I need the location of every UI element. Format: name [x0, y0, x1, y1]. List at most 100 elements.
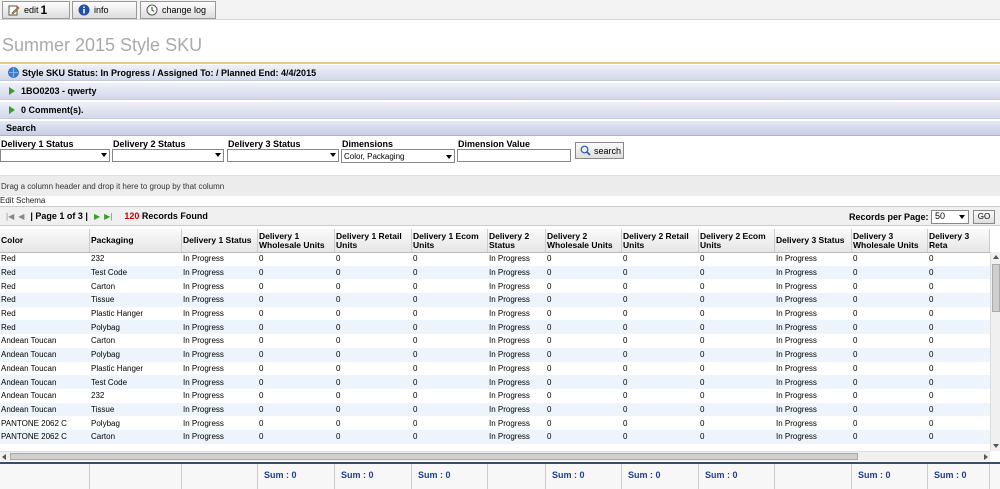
column-header[interactable]: Delivery 3 Status — [775, 229, 852, 252]
table-cell: 0 — [336, 377, 341, 387]
scroll-left-icon[interactable] — [2, 454, 6, 460]
table-cell: 0 — [623, 404, 628, 414]
column-header[interactable]: Delivery 2 Status — [488, 229, 546, 252]
status-text: Style SKU Status: In Progress / Assigned… — [22, 67, 317, 78]
edit-schema-link[interactable]: Edit Schema — [0, 196, 45, 205]
table-cell: Andean Toucan — [1, 377, 57, 387]
table-cell: 0 — [336, 268, 341, 278]
table-cell: 0 — [259, 404, 264, 414]
prev-page-icon[interactable]: ◀ — [18, 212, 24, 221]
table-cell: 0 — [623, 336, 628, 346]
table-cell: 0 — [336, 432, 341, 442]
table-cell: 0 — [336, 391, 341, 401]
table-cell: 232 — [91, 391, 105, 401]
go-button[interactable]: GO — [973, 210, 995, 224]
scroll-up-icon[interactable] — [993, 255, 999, 259]
column-header[interactable]: Color — [0, 229, 90, 252]
chevron-down-icon — [330, 153, 336, 157]
next-page-icon[interactable]: ▶ — [94, 212, 100, 221]
table-cell: 0 — [929, 322, 934, 332]
table-cell: In Progress — [183, 377, 224, 387]
search-button[interactable]: search — [575, 142, 624, 159]
table-row[interactable]: Andean Toucan 232 In Progress 0 0 0 In Progres… — [0, 389, 990, 403]
table-cell: In Progress — [489, 363, 530, 373]
column-header[interactable]: Delivery 1 Status — [182, 229, 258, 252]
table-row[interactable]: Andean Toucan Carton In Progress 0 0 0 In Prog… — [0, 334, 990, 348]
dimension-value-input[interactable] — [457, 149, 571, 162]
table-row[interactable]: Red Polybag In Progress 0 0 0 In Progress 0 0 0 In… — [0, 320, 990, 335]
first-page-icon[interactable]: |◀ — [6, 212, 14, 221]
table-cell: 0 — [700, 418, 705, 428]
dimensions-label: Dimensions — [342, 139, 394, 149]
table-row[interactable]: PANTONE 2062 C Carton In Progress 0 0 0 In Pro… — [0, 429, 990, 444]
table-cell: In Progress — [776, 432, 817, 442]
page-indicator: | Page 1 of 3 | — [30, 211, 88, 221]
status-bar[interactable]: Style SKU Status: In Progress / Assigned… — [0, 65, 1000, 81]
table-cell: In Progress — [776, 404, 817, 414]
table-cell: 0 — [547, 391, 552, 401]
table-row[interactable]: Red Plastic Hanger In Progress 0 0 0 In Progre… — [0, 307, 990, 321]
edit-button[interactable]: edit 1 — [2, 1, 70, 19]
table-cell: In Progress — [183, 363, 224, 373]
table-cell: In Progress — [183, 432, 224, 442]
table-row[interactable]: PANTONE 2062 C Polybag In Progress 0 0 0 In Pr… — [0, 416, 990, 430]
scrollbar-thumb[interactable] — [992, 264, 1000, 312]
table-row[interactable]: Andean Toucan Tissue In Progress 0 0 0 In Prog… — [0, 402, 990, 417]
last-page-icon[interactable]: ▶| — [104, 212, 112, 221]
info-icon — [77, 4, 90, 17]
table-cell: Red — [1, 268, 16, 278]
scroll-down-icon[interactable] — [993, 444, 999, 448]
table-row[interactable]: Andean Toucan Test Code In Progress 0 0 0 In P… — [0, 375, 990, 389]
table-cell: In Progress — [489, 418, 530, 428]
table-row[interactable]: Red Test Code In Progress 0 0 0 In Progress 0 0 0… — [0, 265, 990, 280]
column-header[interactable]: Delivery 1 Wholesale Units — [258, 229, 335, 252]
chevron-down-icon — [959, 215, 965, 219]
horizontal-scrollbar[interactable] — [0, 451, 990, 461]
table-cell: Tissue — [91, 295, 115, 305]
table-cell: Andean Toucan — [1, 336, 57, 346]
column-header[interactable]: Delivery 3 Reta — [928, 229, 990, 252]
table-cell: 0 — [623, 322, 628, 332]
table-row[interactable]: Andean Toucan Polybag In Progress 0 0 0 In Pro… — [0, 347, 990, 362]
table-row[interactable]: Red Tissue In Progress 0 0 0 In Progress 0 0 0 In … — [0, 293, 990, 307]
table-cell: 0 — [623, 281, 628, 291]
scrollbar-thumb[interactable] — [10, 453, 858, 460]
delivery-1-status-select[interactable] — [0, 149, 110, 162]
column-header[interactable]: Delivery 1 Retail Units — [335, 229, 412, 252]
info-button[interactable]: info — [72, 1, 137, 19]
table-cell: In Progress — [776, 336, 817, 346]
item-bar[interactable]: 1BO0203 - qwerty — [0, 83, 1000, 100]
column-header[interactable]: Delivery 1 Ecom Units — [412, 229, 488, 252]
column-header[interactable]: Packaging — [90, 229, 182, 252]
column-header[interactable]: Delivery 2 Ecom Units — [699, 229, 775, 252]
records-per-page-value: 50 — [935, 211, 946, 221]
table-cell: 0 — [623, 254, 628, 264]
table-cell: 0 — [413, 391, 418, 401]
records-per-page-select[interactable]: 50 — [931, 210, 969, 224]
table-cell: 0 — [700, 254, 705, 264]
column-header[interactable]: Delivery 3 Wholesale Units — [852, 229, 928, 252]
table-cell: In Progress — [489, 254, 530, 264]
group-by-drop-area[interactable]: Drag a column header and drop it here to… — [0, 175, 1000, 196]
dimensions-select[interactable]: Color, Packaging — [341, 149, 455, 163]
table-cell: 0 — [853, 268, 858, 278]
column-header[interactable]: Delivery 2 Retail Units — [622, 229, 699, 252]
table-row[interactable]: Andean Toucan Plastic Hanger In Progress 0 0… — [0, 362, 990, 376]
table-row[interactable]: Red 232 In Progress 0 0 0 In Progress 0 0 0 In Pro… — [0, 252, 990, 266]
comments-bar[interactable]: 0 Comment(s). — [0, 102, 1000, 119]
table-cell: 0 — [700, 268, 705, 278]
table-cell: 0 — [929, 254, 934, 264]
magnifier-icon — [580, 145, 591, 156]
column-header[interactable]: Delivery 2 Wholesale Units — [546, 229, 622, 252]
table-cell: 0 — [336, 418, 341, 428]
table-row[interactable]: Red Carton In Progress 0 0 0 In Progress 0 0 0 In … — [0, 279, 990, 293]
expand-triangle-icon — [9, 87, 15, 95]
vertical-scrollbar[interactable] — [990, 252, 1000, 451]
changelog-button[interactable]: change log — [140, 1, 216, 19]
delivery-2-status-label: Delivery 2 Status — [113, 139, 186, 149]
table-cell: In Progress — [776, 281, 817, 291]
table-cell: 0 — [547, 418, 552, 428]
delivery-2-status-select[interactable] — [112, 149, 224, 162]
scroll-right-icon[interactable] — [984, 454, 988, 460]
delivery-3-status-select[interactable] — [227, 149, 339, 162]
